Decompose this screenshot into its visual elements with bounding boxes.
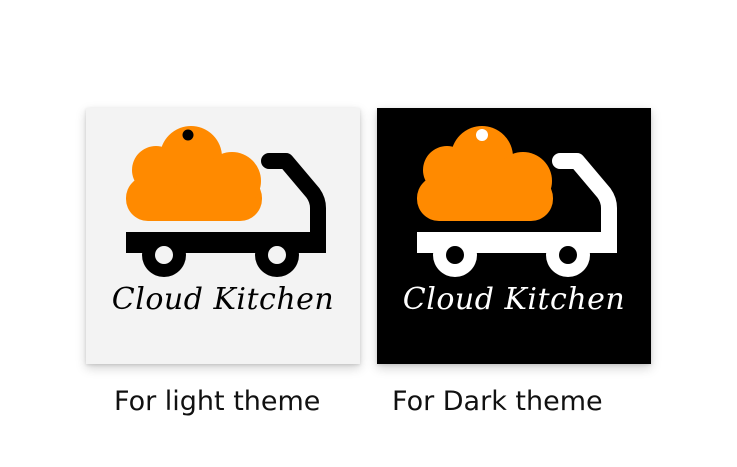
logo-card-light: Cloud Kitchen bbox=[86, 108, 360, 364]
cloud-icon bbox=[417, 126, 553, 221]
logo-text: Cloud Kitchen bbox=[111, 282, 335, 317]
caption-dark-theme: For Dark theme bbox=[392, 386, 603, 417]
truck-cab-icon bbox=[552, 153, 617, 240]
caption-light-theme: For light theme bbox=[114, 386, 321, 417]
truck-logo-icon bbox=[126, 126, 326, 277]
truck-cab-icon bbox=[261, 153, 326, 240]
truck-logo-icon bbox=[417, 126, 617, 277]
logo-card-dark: Cloud Kitchen bbox=[377, 108, 651, 364]
logo-text: Cloud Kitchen bbox=[402, 282, 626, 317]
cloche-knob-icon bbox=[182, 129, 194, 141]
cloud-icon bbox=[126, 126, 262, 221]
cloche-knob-icon bbox=[476, 129, 488, 141]
